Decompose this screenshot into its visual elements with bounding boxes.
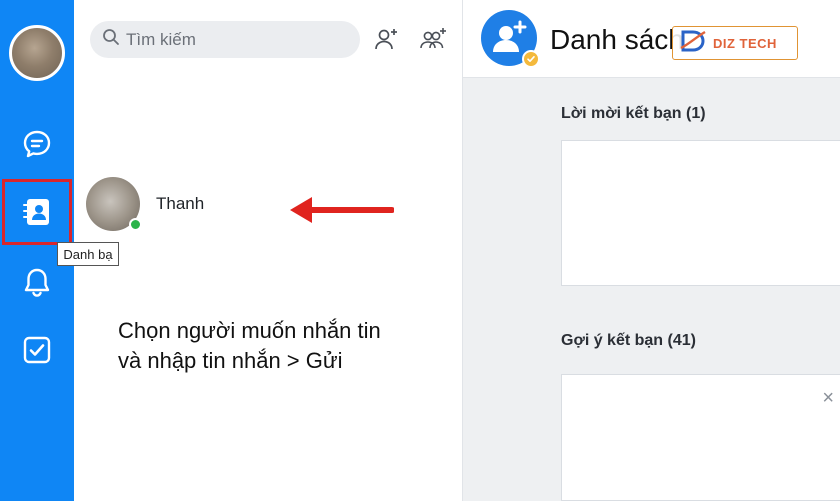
add-friend-button[interactable] — [371, 26, 401, 56]
bell-icon — [22, 266, 52, 298]
add-group-icon — [419, 26, 447, 57]
panel-header: Danh sách DIZ TECH — [463, 0, 840, 78]
instruction-line-2: và nhập tin nhắn > Gửi — [118, 348, 343, 373]
search-icon — [102, 28, 120, 51]
online-status-dot — [129, 218, 142, 231]
watermark-logo: DIZ TECH — [672, 26, 798, 60]
contact-name: Thanh — [156, 194, 205, 213]
contacts-tab[interactable] — [2, 179, 72, 245]
contact-item[interactable]: Thanh — [86, 172, 236, 236]
friend-suggestions-card: × — [561, 374, 840, 501]
red-arrow-annotation — [290, 197, 394, 223]
checkbox-icon — [22, 335, 52, 365]
contact-avatar — [86, 177, 142, 231]
friend-list-panel: Danh sách DIZ TECH Lời mời kết bạn (1) G… — [463, 0, 840, 501]
search-input[interactable] — [126, 29, 346, 50]
contact-book-icon — [21, 196, 53, 228]
instruction-line-1: Chọn người muốn nhắn tin — [118, 318, 381, 343]
user-avatar[interactable] — [9, 25, 65, 81]
add-person-icon — [373, 26, 399, 57]
page-title: Danh sách — [550, 24, 684, 55]
search-box[interactable] — [90, 21, 360, 58]
contacts-tooltip: Danh bạ — [57, 242, 119, 266]
create-group-button[interactable] — [418, 26, 448, 56]
verified-check-icon — [522, 50, 540, 68]
instruction-text: Chọn người muốn nhắn tin và nhập tin nhắ… — [118, 316, 448, 376]
friend-requests-card — [561, 140, 840, 286]
contact-list-panel: Thanh Chọn người muốn nhắn tin và nhập t… — [74, 0, 463, 501]
friend-suggestions-title: Gợi ý kết bạn (41) — [561, 332, 696, 349]
friend-requests-title: Lời mời kết bạn (1) — [561, 105, 706, 122]
close-icon[interactable]: × — [822, 387, 834, 410]
chat-icon — [21, 128, 53, 160]
messages-tab[interactable] — [8, 116, 66, 172]
watermark-icon — [679, 28, 707, 59]
todo-tab[interactable] — [8, 322, 66, 378]
watermark-text: DIZ TECH — [713, 35, 777, 51]
